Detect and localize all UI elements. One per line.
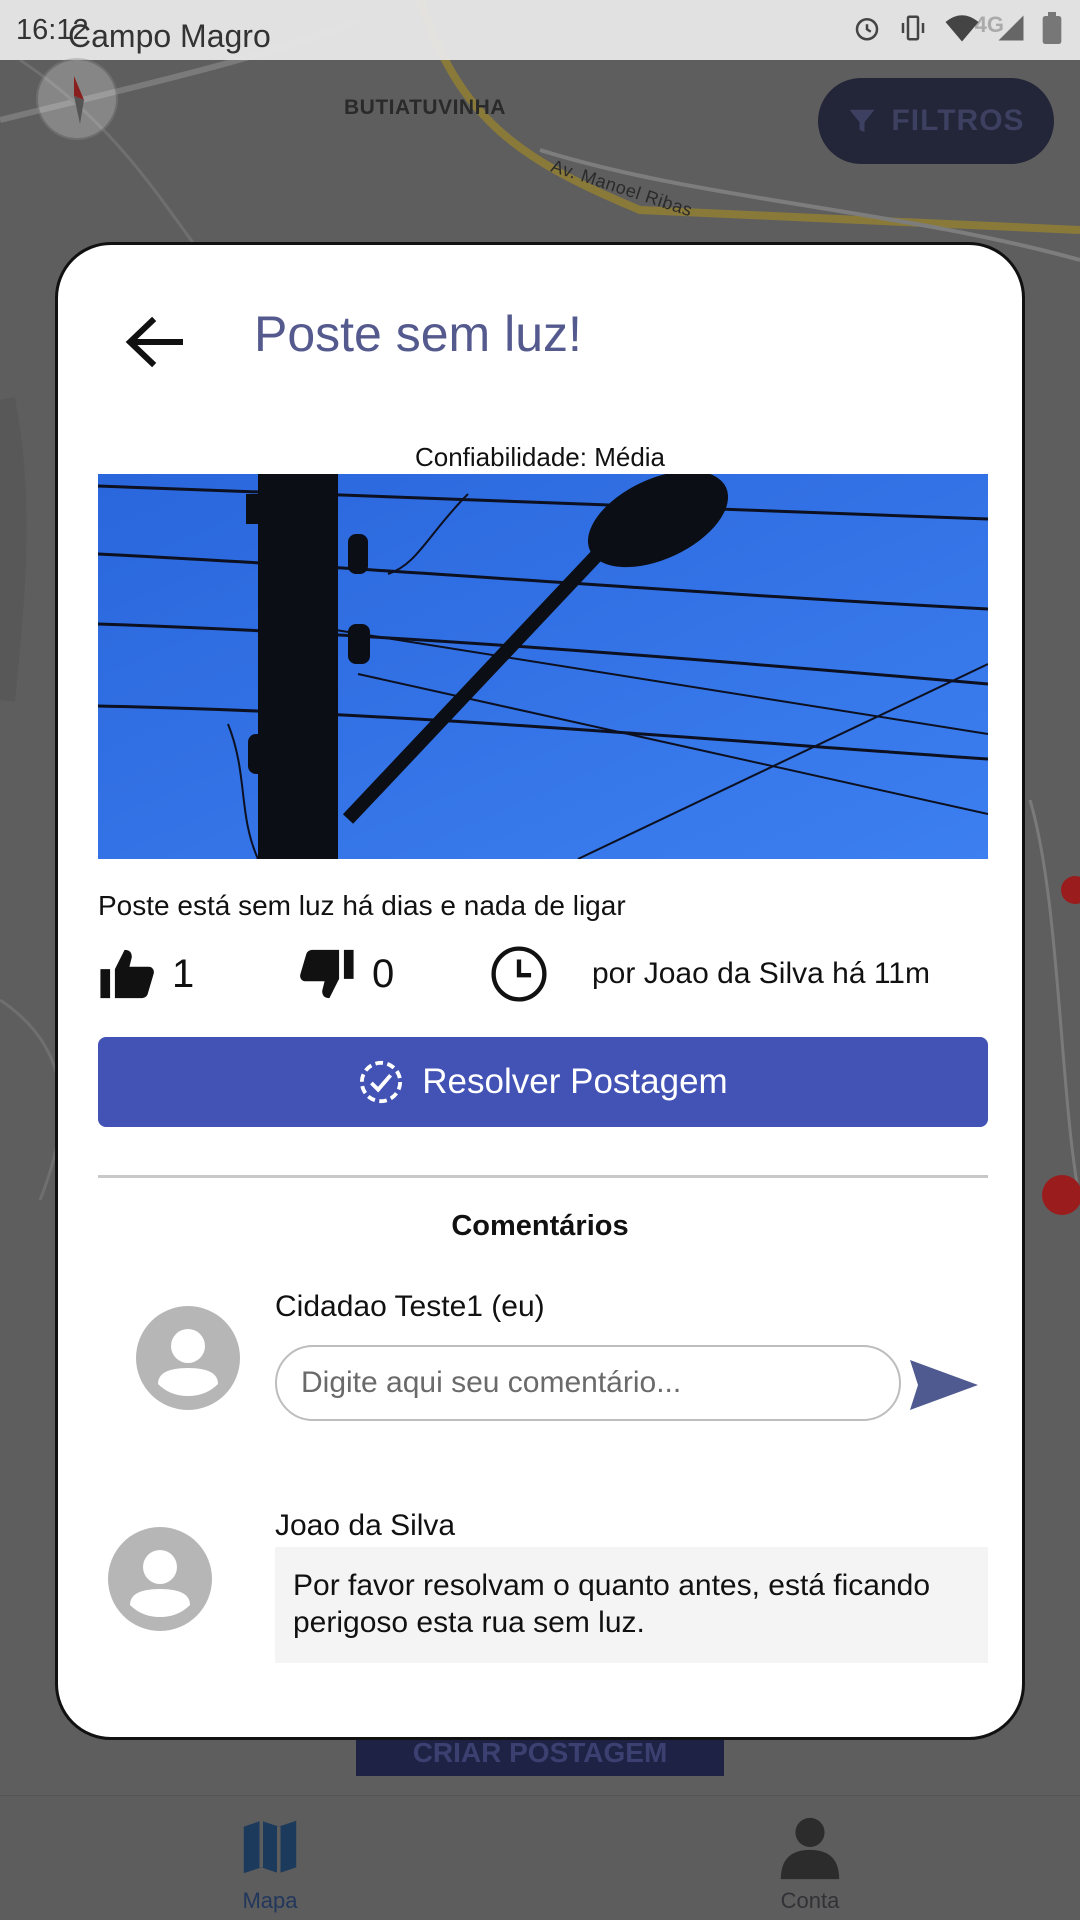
arrow-back-icon <box>125 316 183 368</box>
vibrate-icon <box>901 15 925 41</box>
post-photo[interactable] <box>98 474 988 859</box>
comment-text: Por favor resolvam o quanto antes, está … <box>275 1547 988 1663</box>
check-circle-dashed-icon <box>360 1060 403 1104</box>
battery-icon <box>1042 12 1062 44</box>
post-author-time: por Joao da Silva há 11m <box>592 957 930 990</box>
like-stat: 1 <box>98 945 194 1003</box>
map-label-neighborhood: BUTIATUVINHA <box>344 96 506 119</box>
filter-button[interactable]: FILTROS <box>818 78 1054 164</box>
compass-icon <box>74 76 84 124</box>
comment-author-name: Joao da Silva <box>275 1509 456 1542</box>
post-description: Poste está sem luz há dias e nada de lig… <box>98 890 626 921</box>
wifi-icon <box>945 15 979 42</box>
author-stat: por Joao da Silva há 11m <box>490 945 930 1003</box>
post-detail-modal: Poste sem luz! Confiabilidade: Média Pos… <box>55 242 1025 1740</box>
dislike-stat: 0 <box>298 945 394 1003</box>
divider <box>98 1175 988 1178</box>
post-stats: 1 0 por Joao da Silva há 11m <box>98 945 988 1015</box>
map-icon <box>243 1820 297 1874</box>
location-overlay: Campo Magro <box>68 18 271 54</box>
comment-author-avatar <box>108 1527 212 1631</box>
bottom-nav: Mapa Conta <box>0 1795 1080 1920</box>
comment-input[interactable] <box>275 1345 901 1421</box>
resolve-post-button[interactable]: Resolver Postagem <box>98 1037 988 1127</box>
nav-label-account: Conta <box>780 1888 840 1913</box>
nav-item-map[interactable]: Mapa <box>180 1812 360 1914</box>
filter-button-label: FILTROS <box>891 104 1025 137</box>
post-title: Poste sem luz! <box>254 306 582 362</box>
resolve-post-label: Resolver Postagem <box>422 1062 728 1101</box>
reliability-label: Confiabilidade: Média <box>414 442 666 472</box>
send-icon <box>910 1360 978 1410</box>
clock-icon <box>491 946 547 1002</box>
current-user-name: Cidadao Teste1 (eu) <box>275 1290 545 1323</box>
account-icon <box>780 1817 840 1880</box>
signal-icon <box>998 15 1024 41</box>
nav-item-account[interactable]: Conta <box>720 1812 900 1914</box>
alarm-icon <box>855 18 879 41</box>
send-comment-button[interactable] <box>906 1355 982 1415</box>
status-icons <box>852 12 1062 44</box>
back-button[interactable] <box>114 307 194 377</box>
street-light-photo <box>98 474 988 859</box>
status-bar: 16:12 Campo Magro 4G <box>0 0 1080 60</box>
nav-label-map: Mapa <box>242 1888 298 1913</box>
dislike-count: 0 <box>372 951 395 996</box>
thumb-down-icon[interactable] <box>298 945 356 1003</box>
like-count: 1 <box>172 951 195 996</box>
thumb-up-icon[interactable] <box>98 945 156 1003</box>
comments-title: Comentários <box>451 1210 629 1242</box>
filter-icon <box>849 109 875 133</box>
current-user-avatar <box>136 1306 240 1410</box>
avatar-icon <box>130 1550 190 1617</box>
compass-button[interactable] <box>36 58 118 140</box>
avatar-icon <box>158 1329 218 1396</box>
